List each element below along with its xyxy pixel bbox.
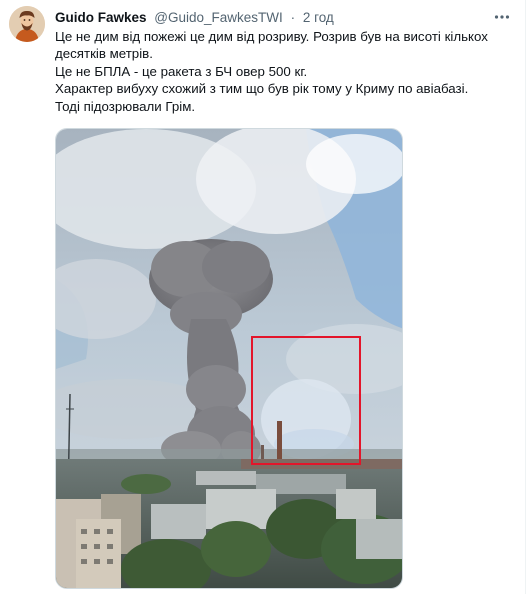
- author-handle[interactable]: @Guido_FawkesTWI: [154, 10, 283, 25]
- tweet-text: Це не дим від пожежі це дим від розриву.…: [55, 28, 510, 115]
- timestamp[interactable]: 2 год: [303, 10, 334, 25]
- tweet-text-line: Характер вибуху схожий з тим що був рік …: [55, 81, 469, 97]
- separator-dot: ·: [290, 10, 296, 25]
- tweet-text-line: Це не БПЛА - це ракета з БЧ овер 500 кг.: [55, 63, 308, 79]
- tweet-text-line: десятків метрів.: [55, 46, 153, 62]
- tweet-text-line: Тоді підозрювали Грім.: [55, 98, 196, 114]
- author-name[interactable]: Guido Fawkes: [55, 10, 147, 25]
- tweet-header: Guido Fawkes @Guido_FawkesTWI · 2 год: [55, 9, 485, 27]
- tweet-photo[interactable]: [55, 128, 403, 589]
- tweet: Guido Fawkes @Guido_FawkesTWI · 2 год Це…: [0, 0, 526, 594]
- more-options-button[interactable]: [493, 8, 511, 26]
- tweet-text-line: Це не дим від пожежі це дим від розриву.…: [55, 29, 488, 44]
- avatar[interactable]: [9, 6, 45, 42]
- highlight-box: [251, 336, 361, 465]
- more-horizontal-icon: [494, 15, 510, 19]
